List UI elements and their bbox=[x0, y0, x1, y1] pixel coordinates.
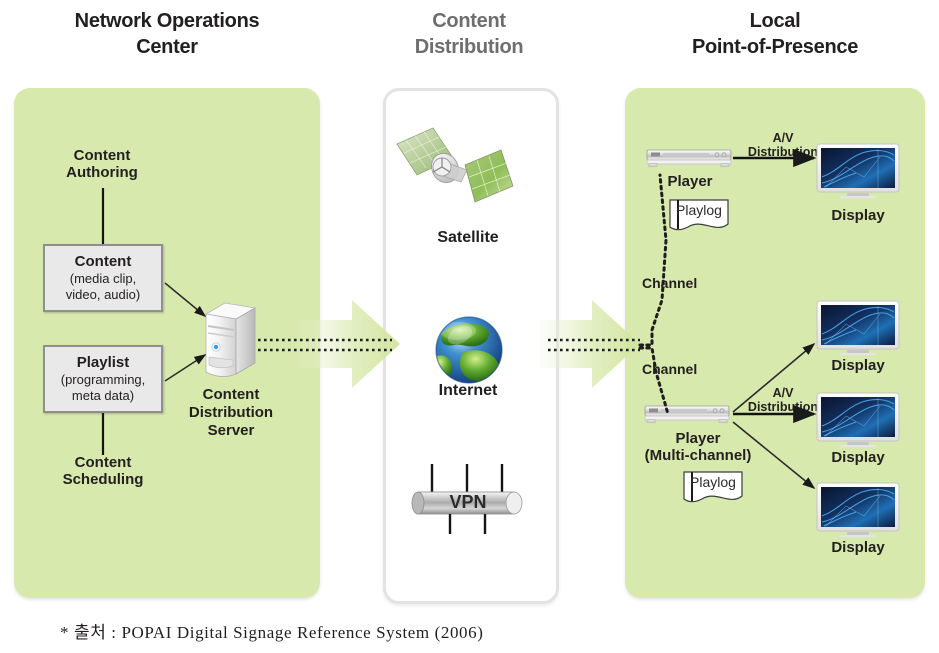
player-single-label: Player bbox=[667, 173, 713, 190]
playlist-box-title: Playlist bbox=[76, 354, 130, 371]
column-title-pop: Local Point-of-Presence bbox=[625, 8, 925, 60]
content-box-sub-line2: video, audio) bbox=[65, 287, 141, 302]
media-player-icon-multi bbox=[643, 404, 731, 424]
server-tower-icon bbox=[203, 300, 257, 380]
content-authoring-line2: Authoring bbox=[66, 163, 138, 181]
content-scheduling-line1: Content bbox=[74, 454, 132, 471]
content-distribution-server-label: Content Distribution Server bbox=[175, 386, 287, 440]
playlog-label-2: Playlog bbox=[690, 474, 736, 490]
content-scheduling-line2: Scheduling bbox=[62, 470, 144, 488]
globe-icon bbox=[432, 313, 506, 387]
vpn-label: VPN bbox=[449, 492, 487, 512]
player-multi-line2: (Multi-channel) bbox=[644, 447, 752, 464]
content-authoring-label: Content Authoring bbox=[32, 147, 172, 182]
satellite-label: Satellite bbox=[437, 229, 499, 246]
cds-line3: Server bbox=[207, 422, 255, 439]
playlist-box[interactable]: Playlist (programming, meta data) bbox=[43, 345, 163, 413]
content-box-sub-line1: (media clip, bbox=[69, 271, 137, 286]
content-box[interactable]: Content (media clip, video, audio) bbox=[43, 244, 163, 312]
column-title-distribution: Content Distribution bbox=[378, 8, 560, 60]
channel-label-top: Channel bbox=[642, 275, 698, 291]
column-title-pop-line2: Point-of-Presence bbox=[691, 36, 859, 58]
display-label-4: Display bbox=[831, 539, 885, 556]
source-caption: * 출처 : POPAI Digital Signage Reference S… bbox=[60, 623, 484, 642]
playlist-box-sub-line2: meta data) bbox=[71, 388, 135, 403]
display-monitor-3 bbox=[816, 392, 900, 454]
column-title-noc: Network Operations Center bbox=[14, 8, 320, 60]
internet-label: Internet bbox=[438, 382, 498, 399]
display-monitor-2 bbox=[816, 300, 900, 362]
column-title-noc-line1: Network Operations bbox=[74, 10, 260, 32]
playlog-label-1: Playlog bbox=[676, 202, 722, 218]
column-title-distribution-line1: Content bbox=[432, 10, 506, 32]
diagram-canvas: Network Operations Center Content Distri… bbox=[0, 0, 939, 653]
media-player-icon-single bbox=[645, 148, 733, 168]
player-multi-label: Player (Multi-channel) bbox=[638, 430, 758, 464]
column-title-pop-line1: Local bbox=[749, 10, 801, 32]
playlist-box-sub-line1: (programming, bbox=[60, 372, 146, 387]
satellite-icon bbox=[395, 120, 515, 220]
column-title-distribution-line2: Distribution bbox=[414, 36, 524, 58]
content-authoring-line1: Content bbox=[73, 147, 131, 164]
display-monitor-1 bbox=[816, 143, 900, 205]
cds-line1: Content bbox=[202, 386, 260, 403]
cds-line2: Distribution bbox=[188, 404, 274, 421]
channel-label-bottom: Channel bbox=[642, 361, 698, 377]
display-label-3: Display bbox=[831, 449, 885, 466]
column-title-noc-line2: Center bbox=[136, 36, 198, 58]
display-monitor-4 bbox=[816, 482, 900, 544]
display-label-1: Display bbox=[831, 207, 885, 224]
display-label-2: Display bbox=[831, 357, 885, 374]
content-scheduling-label: Content Scheduling bbox=[33, 454, 173, 489]
content-box-title: Content bbox=[74, 253, 132, 270]
player-multi-line1: Player bbox=[675, 430, 721, 447]
